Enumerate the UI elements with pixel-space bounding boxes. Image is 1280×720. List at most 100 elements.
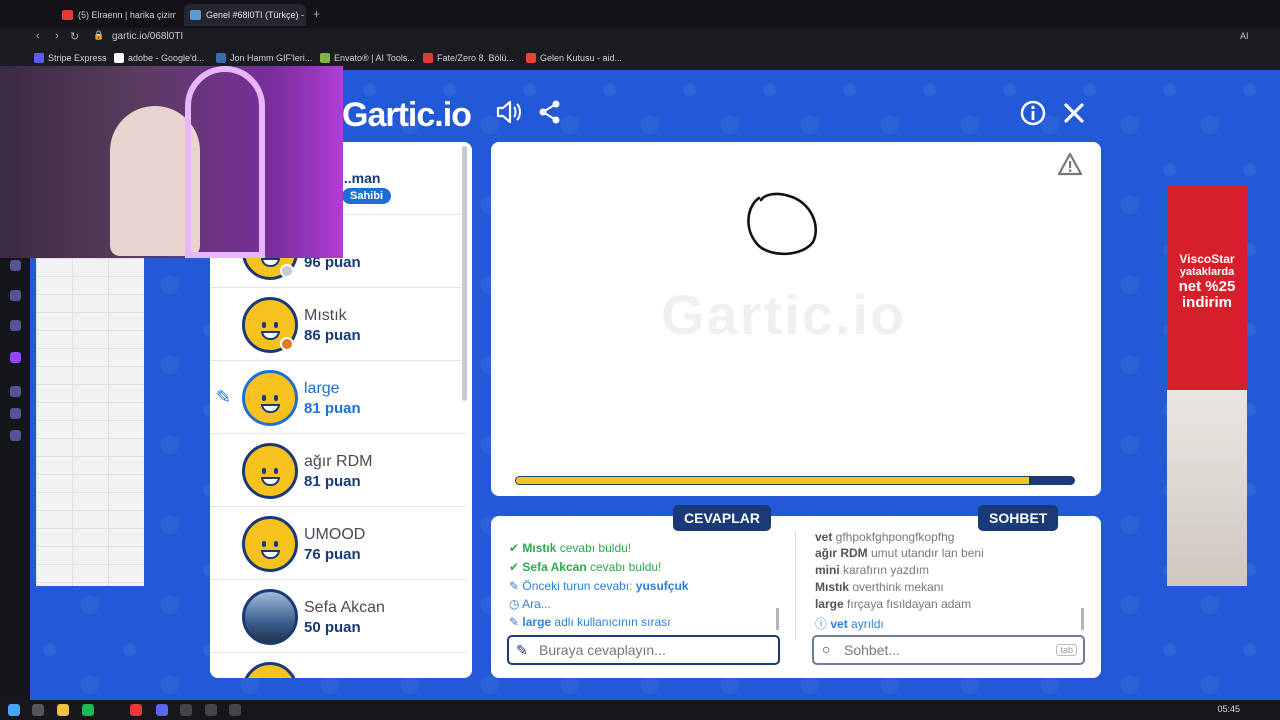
chat-input[interactable] [844,642,1064,658]
webcam-overlay [0,66,343,258]
app-icon[interactable] [205,704,217,716]
tab-bar: (5) Elraenn | harika çizimle Genel #68l0… [0,0,1280,28]
answer-input-box[interactable]: ✎ [507,635,780,665]
clock-icon: ◷ [509,597,520,611]
player-row: Sefa Akcan 50 puan [210,580,466,653]
history-icon[interactable] [10,386,21,397]
player-name: Mıstık [304,307,347,324]
tab-key-hint: tab [1056,644,1077,656]
answers-chat-box: CEVAPLAR SOHBET ✔ Mıstık cevabı buldu! ✔… [491,505,1101,678]
player-avatar [242,443,298,499]
player-points: 81 puan [304,473,361,490]
info-icon[interactable] [1019,99,1047,127]
player-name: large [304,380,340,397]
pencil-icon: ✎ [516,642,528,658]
player-points: 86 puan [304,327,361,344]
windows-start-icon[interactable] [8,704,20,716]
sidebar-app-icon[interactable] [10,320,21,331]
ad-brand: ViscoStar [1179,252,1235,266]
chat-line: Mıstık overthink mekanı [815,580,944,594]
player-name: UMOOD [304,526,366,543]
bookmark-stripe[interactable]: Stripe Express [34,53,107,63]
tab-answers[interactable]: CEVAPLAR [673,505,771,531]
twitch-icon[interactable] [10,352,21,363]
gartic-favicon-icon [190,10,201,20]
owner-badge: Sahibi [342,188,392,204]
lock-icon: 🔒 [93,30,105,40]
answer-line: ✎ large adlı kullanıcının sırası [509,615,671,629]
tab-chat[interactable]: SOHBET [978,505,1059,531]
drawing-canvas[interactable]: Gartic.io [491,142,1101,496]
answer-line: ✔ Sefa Akcan cevabı buldu! [509,560,662,574]
sidebar-app-icon[interactable] [10,290,21,301]
info-icon: ⓘ [815,617,828,631]
file-explorer-icon[interactable] [57,704,69,716]
bookmark-fate-zero[interactable]: Fate/Zero 8. Bölü... [423,53,514,63]
player-row: UMOOD 76 puan [210,507,466,580]
close-icon[interactable] [1060,99,1088,127]
player-row: ağır RDM 81 puan [210,434,466,507]
pencil-icon: ✎ [216,387,232,407]
status-badge [280,264,294,278]
chat-line: ağır RDM umut utandır lan beni [815,546,984,560]
answer-input[interactable] [539,642,759,658]
player-points: 81 puan [304,400,361,417]
answer-line: ✎ Önceki turun cevabı: yusufçuk [509,579,689,593]
ad-image [1167,390,1247,586]
divider [795,530,796,640]
player-row [210,653,466,678]
search-icon[interactable] [32,704,44,716]
player-avatar [242,662,298,678]
browser-icon[interactable] [130,704,142,716]
pencil-icon: ✎ [509,579,520,593]
back-icon[interactable]: ‹ [36,30,40,42]
app-icon[interactable] [229,704,241,716]
player-points: 76 puan [304,546,361,563]
advertisement[interactable]: ViscoStar yataklarda net %25 indirim [1167,186,1247,586]
tab-gartic[interactable]: Genel #68l0TI (Türkçe) - G [184,4,306,26]
round-timer-bar [515,476,1075,485]
tab-elraenn[interactable]: (5) Elraenn | harika çizimle [56,4,176,26]
player-name: ...man [340,170,381,186]
share-icon[interactable] [536,98,564,126]
chat-scrollbar[interactable] [1081,608,1084,630]
report-warning-icon[interactable] [1057,152,1083,176]
chat-line: mini karafırın yazdım [815,563,930,577]
tab-title: Genel #68l0TI (Türkçe) - G [206,10,306,20]
browser-chrome: (5) Elraenn | harika çizimle Genel #68l0… [0,0,1280,70]
bookmark-gmail[interactable]: Gelen Kutusu - aid... [526,53,622,63]
app-icon[interactable] [180,704,192,716]
players-scrollbar[interactable] [462,146,467,401]
chat-input-box[interactable]: ○ tab [812,635,1085,665]
tab-title: (5) Elraenn | harika çizimle [78,10,176,20]
spotify-icon[interactable] [82,704,94,716]
ai-button[interactable]: AI [1240,31,1249,41]
discord-icon[interactable] [156,704,168,716]
forward-icon[interactable]: › [55,30,59,42]
new-tab-button[interactable]: + [313,7,320,21]
chat-line: vet gfhpokfghpongfkopfhg [815,530,955,544]
sidebar-app-icon[interactable] [10,408,21,419]
bookmark-adobe[interactable]: adobe - Google'd... [114,53,204,63]
player-avatar [242,516,298,572]
reload-icon[interactable]: ↻ [70,30,79,43]
ad-text: yataklarda [1179,266,1235,278]
drawing-stroke [747,192,818,256]
settings-icon[interactable] [10,430,21,441]
url-field[interactable]: gartic.io/068l0TI [112,31,183,42]
timer-fill [516,477,1030,484]
player-name: ağır RDM [304,453,373,470]
clock: 05:45 [1217,704,1240,714]
sidebar-app-icon[interactable] [10,260,21,271]
canvas-watermark: Gartic.io [661,283,907,346]
chat-line: large fırçaya fısıldayan adam [815,597,972,611]
bookmark-envato[interactable]: Envato® | AI Tools... [320,53,415,63]
answers-scrollbar[interactable] [776,608,779,630]
neon-light [185,66,265,258]
ad-text: indirim [1181,294,1232,311]
ad-text: net %25 [1178,278,1236,295]
bookmark-jon-hamm[interactable]: Jon Hamm GIF'leri... [216,53,312,63]
sound-icon[interactable] [494,98,522,126]
player-avatar-photo [242,589,298,645]
left-decor-panel [36,258,144,586]
